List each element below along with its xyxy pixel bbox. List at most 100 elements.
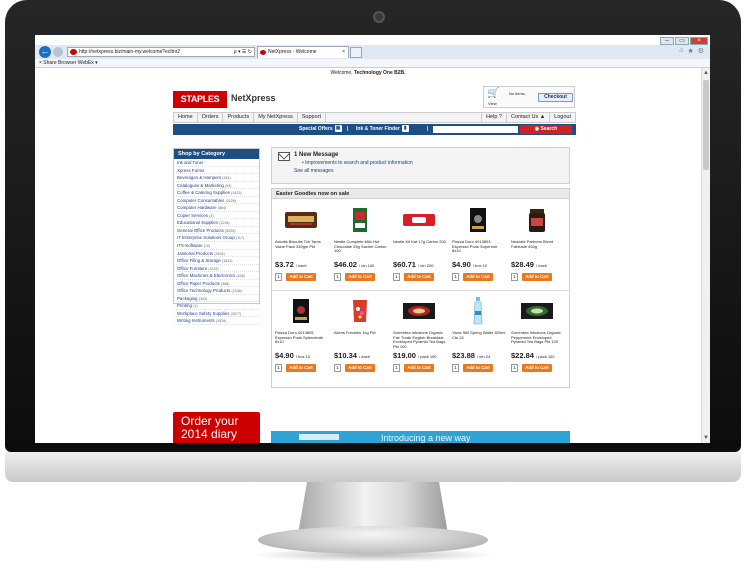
quantity-input[interactable]: 1: [334, 273, 341, 281]
product-image[interactable]: [281, 297, 321, 325]
product-image[interactable]: [458, 297, 498, 325]
category-link[interactable]: Packaging (302): [174, 295, 259, 303]
category-link[interactable]: General Office Products (5025): [174, 227, 259, 235]
add-to-cart-button[interactable]: Add to Cart: [463, 273, 493, 281]
category-link[interactable]: Janitorial Products (2634): [174, 250, 259, 258]
product-image[interactable]: [281, 206, 321, 234]
diary-promo-banner[interactable]: Order your 2014 diary: [173, 412, 260, 443]
message-link[interactable]: • Improvements to search and product inf…: [302, 160, 413, 166]
add-to-cart-button[interactable]: Add to Cart: [522, 273, 552, 281]
cart-view-link[interactable]: View: [488, 101, 497, 106]
minimize-button[interactable]: –: [660, 37, 674, 45]
product-name[interactable]: Nescafe Partners Blend Fairtrade 450g: [511, 240, 565, 258]
close-button[interactable]: ×: [690, 37, 708, 45]
quantity-input[interactable]: 1: [334, 364, 341, 372]
category-link[interactable]: Catalogues & Marketing (93): [174, 182, 259, 190]
category-link[interactable]: Writing Instruments (1939): [174, 317, 259, 326]
quantity-input[interactable]: 1: [511, 364, 518, 372]
back-button[interactable]: ←: [39, 46, 51, 58]
category-link[interactable]: Printing (1): [174, 302, 259, 310]
quantity-input[interactable]: 1: [275, 364, 282, 372]
category-link[interactable]: Coffee & Catering Supplies (1623): [174, 189, 259, 197]
tab-close-icon[interactable]: ×: [342, 47, 345, 58]
nav-products[interactable]: Products: [223, 113, 255, 122]
product-image[interactable]: [458, 206, 498, 234]
add-to-cart-button[interactable]: Add to Cart: [404, 364, 434, 372]
cart-icon[interactable]: 🛒: [487, 89, 499, 100]
product-image[interactable]: [399, 297, 439, 325]
ink-toner-finder-link[interactable]: Ink & Toner Finder ▮: [356, 124, 409, 135]
maximize-button[interactable]: ▭: [675, 37, 689, 45]
category-link[interactable]: Ink and Toner: [174, 159, 259, 167]
product-image[interactable]: [399, 206, 439, 234]
category-link[interactable]: IT Enterprise Solutions Group (117): [174, 234, 259, 243]
product-name[interactable]: Piazza Doro 4013803 Espresso Pods Superi…: [452, 240, 506, 258]
category-link[interactable]: Workplace Safety Supplies (3977): [174, 310, 259, 318]
category-link[interactable]: Copier Services (1): [174, 212, 259, 220]
product-name[interactable]: Sorrentea Infusions Organic Peppermint E…: [511, 331, 565, 349]
checkout-button[interactable]: Checkout: [538, 93, 573, 102]
category-link[interactable]: Computer Consumables (3226): [174, 197, 259, 205]
browser-tab[interactable]: NetXpress - Welcome ×: [257, 46, 349, 58]
add-to-cart-button[interactable]: Add to Cart: [345, 273, 375, 281]
quantity-input[interactable]: 1: [452, 364, 459, 372]
category-link[interactable]: Office Furniture (3115): [174, 265, 259, 273]
plugin-bar-text[interactable]: × Share Browser WebEx ▾: [39, 60, 98, 66]
product-name[interactable]: Allens Freckles 1kg Pkt: [334, 331, 388, 349]
settings-icon[interactable]: ⚙: [698, 47, 704, 55]
add-to-cart-button[interactable]: Add to Cart: [404, 273, 434, 281]
quantity-input[interactable]: 1: [275, 273, 282, 281]
add-to-cart-button[interactable]: Add to Cart: [345, 364, 375, 372]
add-to-cart-button[interactable]: Add to Cart: [286, 273, 316, 281]
quantity-input[interactable]: 1: [393, 364, 400, 372]
scroll-down-icon[interactable]: ▼: [703, 435, 709, 441]
category-link[interactable]: Office Filing & Storage (1634): [174, 257, 259, 265]
category-link[interactable]: Office Technology Products (1036): [174, 287, 259, 295]
add-to-cart-button[interactable]: Add to Cart: [286, 364, 316, 372]
category-link[interactable]: Beverages & Hampers (261): [174, 174, 259, 182]
add-to-cart-button[interactable]: Add to Cart: [463, 364, 493, 372]
category-link[interactable]: Computer Hardware (884): [174, 204, 259, 212]
scroll-thumb[interactable]: [703, 80, 709, 170]
address-bar[interactable]: http://netxpress.biz/main-my.welcome?ecl…: [67, 47, 255, 57]
product-image[interactable]: [517, 206, 557, 234]
logo[interactable]: STAPLES NetXpress: [173, 91, 293, 108]
quantity-input[interactable]: 1: [511, 273, 518, 281]
add-to-cart-button[interactable]: Add to Cart: [522, 364, 552, 372]
home-icon[interactable]: ⌂: [679, 47, 683, 55]
forward-button[interactable]: [53, 47, 63, 57]
nav-support[interactable]: Support: [298, 113, 327, 122]
nav-logout[interactable]: Logout: [549, 113, 575, 122]
search-button[interactable]: ◉ Search: [520, 125, 572, 134]
special-offers-link[interactable]: Special Offers ▣: [299, 124, 342, 135]
product-name[interactable]: Nestle Kit Kat 17g Carton 200: [393, 240, 447, 258]
category-link[interactable]: Xpress Forms: [174, 167, 259, 175]
product-image[interactable]: [340, 297, 380, 325]
product-image[interactable]: [340, 206, 380, 234]
search-input[interactable]: [433, 126, 518, 133]
category-link[interactable]: ITS-Software (10): [174, 242, 259, 250]
nav-help[interactable]: Help ?: [481, 113, 506, 122]
product-name[interactable]: Arnotts Biscuits Tim Tams Value Pack 330…: [275, 240, 329, 258]
quantity-input[interactable]: 1: [452, 273, 459, 281]
nav-my-netxpress[interactable]: My NetXpress: [254, 113, 298, 122]
category-link[interactable]: Office Machines & Electronics (438): [174, 272, 259, 280]
product-name[interactable]: Nestle Complete Milo Hot Chocolate 25g S…: [334, 240, 388, 258]
product-name[interactable]: Sorrentea Infusions Organic Fair Trade E…: [393, 331, 447, 349]
category-link[interactable]: Office Paper Products (388): [174, 280, 259, 288]
see-all-messages-link[interactable]: See all messages: [294, 168, 333, 174]
product-image[interactable]: [517, 297, 557, 325]
nav-orders[interactable]: Orders: [198, 113, 224, 122]
favorites-icon[interactable]: ★: [687, 47, 693, 55]
nav-home[interactable]: Home: [174, 113, 198, 122]
bottom-banner[interactable]: Introducing a new way: [271, 431, 570, 443]
new-tab-button[interactable]: [350, 47, 362, 58]
product-name[interactable]: Yarra Still Spring Water 500ml Ctn 24: [452, 331, 506, 349]
product-name[interactable]: Piazza Doro 4013805 Espresso Pods Splend…: [275, 331, 329, 349]
address-tools[interactable]: ρ ▾ ☰ ↻: [234, 48, 252, 56]
nav-contact[interactable]: Contact Us ▲: [505, 113, 549, 122]
quantity-input[interactable]: 1: [393, 273, 400, 281]
scroll-up-icon[interactable]: ▲: [703, 70, 709, 76]
page-scrollbar[interactable]: ▲ ▼: [701, 68, 710, 443]
category-link[interactable]: Educational Supplies (2236): [174, 219, 259, 227]
